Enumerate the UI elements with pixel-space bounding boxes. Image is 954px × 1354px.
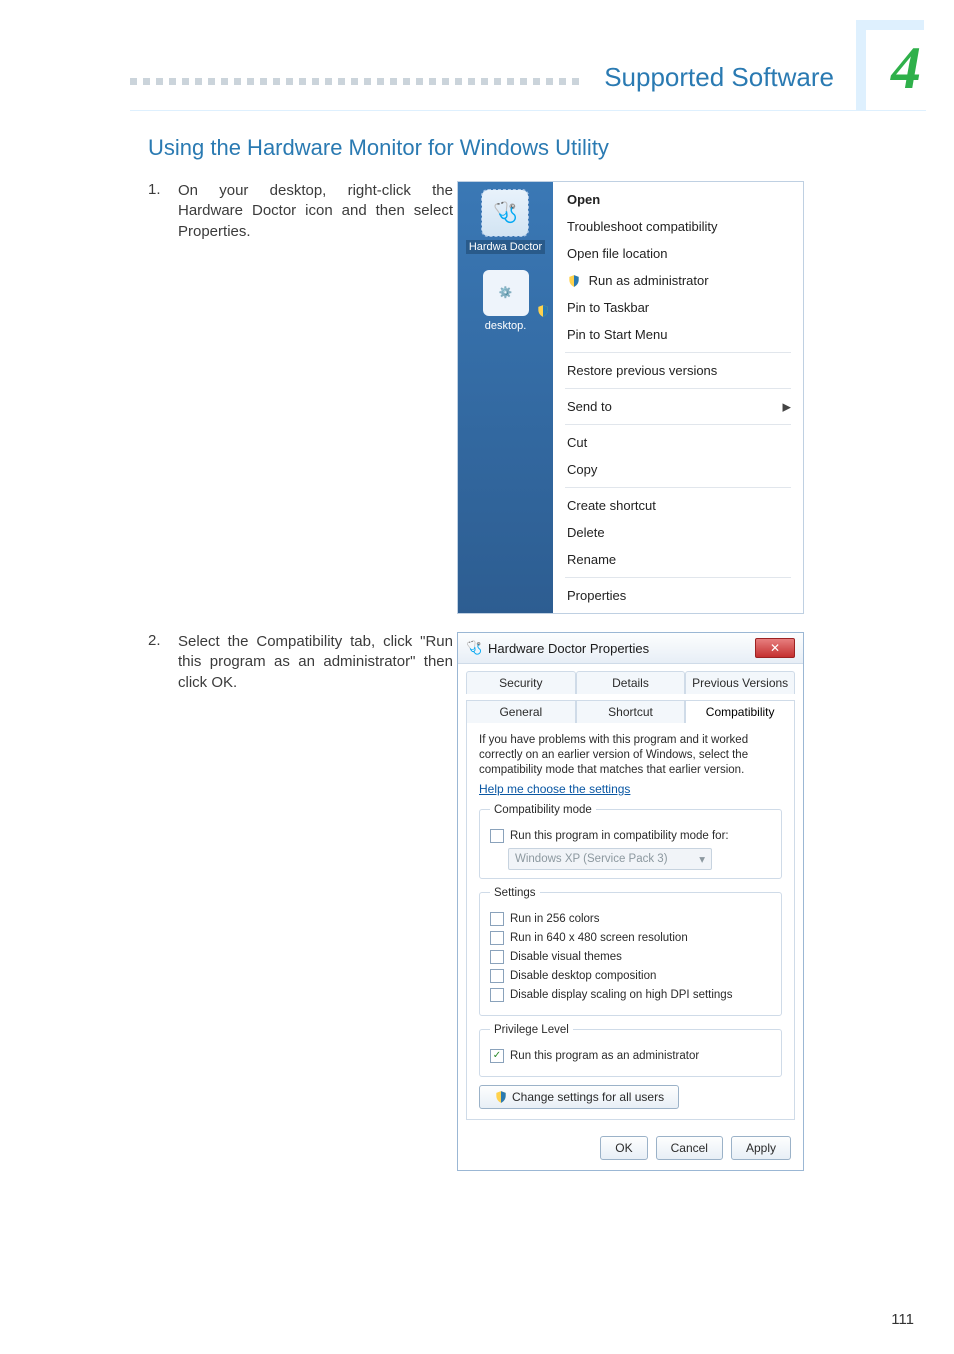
section-heading: Using the Hardware Monitor for Windows U…	[148, 135, 926, 161]
apply-button[interactable]: Apply	[731, 1136, 791, 1160]
menu-send-to[interactable]: Send to ▶	[553, 393, 803, 420]
compat-mode-select: Windows XP (Service Pack 3) ▾	[508, 848, 712, 870]
dialog-titlebar[interactable]: 🩺 Hardware Doctor Properties ✕	[458, 633, 803, 664]
tab-shortcut[interactable]: Shortcut	[576, 700, 686, 723]
menu-rename[interactable]: Rename	[553, 546, 803, 573]
header: Supported Software 4	[0, 0, 954, 110]
step-1-text: On your desktop, right-click the Hardwar…	[178, 181, 453, 242]
chk-disable-dpi-scaling[interactable]: Disable display scaling on high DPI sett…	[490, 988, 771, 1002]
chapter-number: 4	[891, 34, 921, 103]
menu-pin-start[interactable]: Pin to Start Menu	[553, 321, 803, 348]
compat-description: If you have problems with this program a…	[479, 733, 782, 778]
tab-compatibility[interactable]: Compatibility	[685, 700, 795, 723]
compat-mode-select-value: Windows XP (Service Pack 3)	[515, 853, 668, 865]
chk-run-as-admin-label: Run this program as an administrator	[510, 1050, 699, 1062]
chapter-badge: 4	[856, 20, 926, 110]
hardware-doctor-icon[interactable]: 🩺	[482, 190, 528, 236]
privilege-legend: Privilege Level	[490, 1024, 573, 1036]
step-2: 2. Select the Compatibility tab, click "…	[148, 632, 926, 1171]
privilege-group: Privilege Level Run this program as an a…	[479, 1024, 782, 1077]
compat-mode-checkbox-label: Run this program in compatibility mode f…	[510, 830, 729, 842]
chk-disable-composition[interactable]: Disable desktop composition	[490, 969, 771, 983]
step-2-number: 2.	[148, 632, 178, 649]
dialog-icon: 🩺	[466, 640, 482, 656]
menu-create-shortcut[interactable]: Create shortcut	[553, 492, 803, 519]
chk-disable-themes-label: Disable visual themes	[510, 951, 622, 963]
page-title: Supported Software	[604, 62, 834, 93]
menu-open-file-location[interactable]: Open file location	[553, 240, 803, 267]
change-settings-label: Change settings for all users	[512, 1090, 664, 1104]
menu-run-as-admin-label: Run as administrator	[589, 273, 709, 288]
menu-copy[interactable]: Copy	[553, 456, 803, 483]
desktop-ini-icon[interactable]: ⚙️	[483, 270, 529, 316]
compatibility-mode-group: Compatibility mode Run this program in c…	[479, 804, 782, 879]
context-menu: Open Troubleshoot compatibility Open fil…	[553, 182, 803, 613]
change-settings-all-users-button[interactable]: Change settings for all users	[479, 1085, 679, 1109]
menu-pin-taskbar[interactable]: Pin to Taskbar	[553, 294, 803, 321]
menu-delete[interactable]: Delete	[553, 519, 803, 546]
menu-restore-previous[interactable]: Restore previous versions	[553, 357, 803, 384]
menu-open[interactable]: Open	[553, 186, 803, 213]
tab-previous-versions[interactable]: Previous Versions	[685, 671, 795, 694]
settings-group: Settings Run in 256 colors Run in 640 x …	[479, 887, 782, 1016]
step-1: 1. On your desktop, right-click the Hard…	[148, 181, 926, 614]
chevron-down-icon: ▾	[699, 852, 705, 866]
desktop-ini-label: desktop.	[485, 320, 527, 332]
apply-button-label: Apply	[746, 1141, 776, 1155]
chk-run-as-admin[interactable]: Run this program as an administrator	[490, 1049, 771, 1063]
chk-256-colors[interactable]: Run in 256 colors	[490, 912, 771, 926]
hardware-doctor-label: Hardwa Doctor	[466, 240, 545, 254]
compat-mode-legend: Compatibility mode	[490, 804, 596, 816]
chk-640x480[interactable]: Run in 640 x 480 screen resolution	[490, 931, 771, 945]
menu-send-to-label: Send to	[567, 399, 612, 414]
step-1-number: 1.	[148, 181, 178, 198]
close-button[interactable]: ✕	[755, 638, 795, 658]
shield-icon	[567, 274, 581, 288]
ok-button-label: OK	[615, 1141, 632, 1155]
properties-dialog: 🩺 Hardware Doctor Properties ✕ Security …	[457, 632, 804, 1171]
context-menu-screenshot: 🩺 Hardwa Doctor ⚙️ desktop. Open Trou	[457, 181, 804, 614]
cancel-button[interactable]: Cancel	[656, 1136, 723, 1160]
settings-legend: Settings	[490, 887, 540, 899]
help-link[interactable]: Help me choose the settings	[479, 782, 782, 796]
tab-general[interactable]: General	[466, 700, 576, 723]
page-number: 111	[891, 1311, 914, 1328]
tab-row-1: Security Details Previous Versions	[466, 670, 795, 693]
step-2-text: Select the Compatibility tab, click "Run…	[178, 632, 453, 693]
submenu-arrow-icon: ▶	[783, 400, 791, 413]
shield-overlay-icon	[536, 304, 550, 318]
tab-security[interactable]: Security	[466, 671, 576, 694]
dialog-title: Hardware Doctor Properties	[488, 641, 649, 656]
ok-button[interactable]: OK	[600, 1136, 647, 1160]
chk-256-colors-label: Run in 256 colors	[510, 913, 600, 925]
menu-troubleshoot[interactable]: Troubleshoot compatibility	[553, 213, 803, 240]
chk-disable-dpi-scaling-label: Disable display scaling on high DPI sett…	[510, 989, 732, 1001]
menu-cut[interactable]: Cut	[553, 429, 803, 456]
desktop-icons-column: 🩺 Hardwa Doctor ⚙️ desktop.	[458, 182, 553, 613]
cancel-button-label: Cancel	[671, 1141, 708, 1155]
menu-run-as-admin[interactable]: Run as administrator	[553, 267, 803, 294]
shield-icon	[494, 1090, 508, 1104]
chk-disable-composition-label: Disable desktop composition	[510, 970, 656, 982]
tab-details[interactable]: Details	[576, 671, 686, 694]
compatibility-panel: If you have problems with this program a…	[466, 722, 795, 1120]
dialog-buttons: OK Cancel Apply	[458, 1128, 803, 1170]
compat-mode-checkbox[interactable]: Run this program in compatibility mode f…	[490, 829, 771, 843]
tab-row-2: General Shortcut Compatibility	[466, 699, 795, 722]
chk-disable-themes[interactable]: Disable visual themes	[490, 950, 771, 964]
menu-properties[interactable]: Properties	[553, 582, 803, 609]
chk-640x480-label: Run in 640 x 480 screen resolution	[510, 932, 688, 944]
decorative-dots	[130, 78, 579, 85]
